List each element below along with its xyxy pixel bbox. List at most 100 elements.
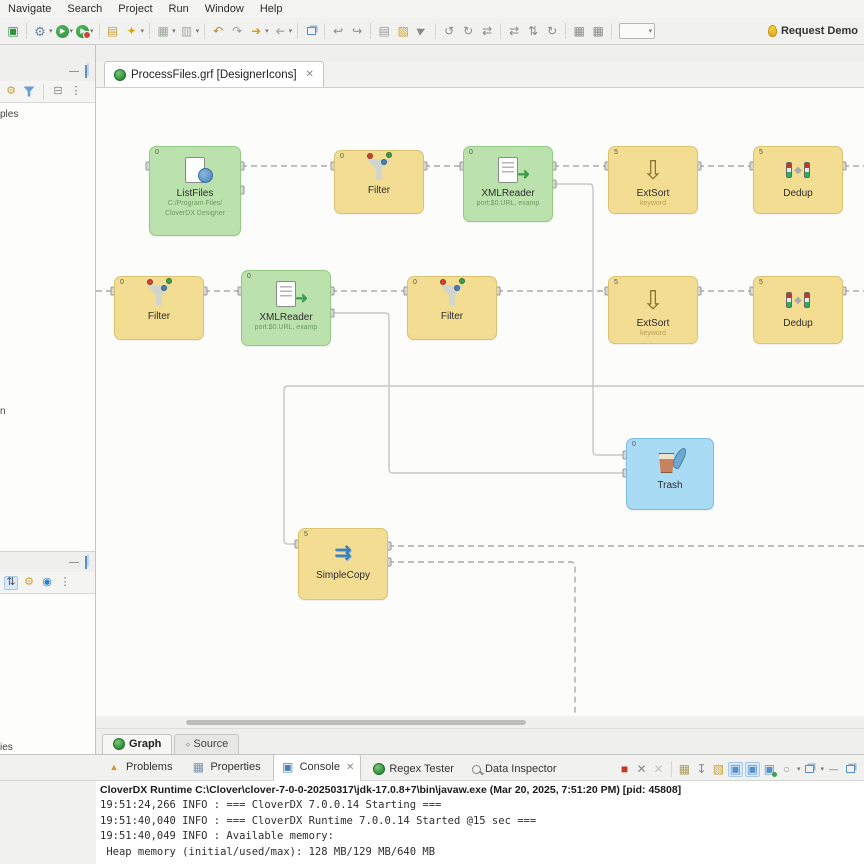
redo-button[interactable]: [228, 22, 246, 40]
close-icon[interactable]: ✕: [346, 762, 354, 773]
open-file-button[interactable]: [104, 22, 122, 40]
view-menu-icon[interactable]: [69, 85, 83, 99]
close-icon[interactable]: ✕: [306, 69, 314, 80]
navigator-tree[interactable]: ples n: [0, 103, 95, 551]
component-trash[interactable]: 0 Trash: [626, 438, 714, 510]
tab-console[interactable]: Console ✕: [273, 754, 362, 781]
maximize-icon[interactable]: [85, 65, 87, 78]
display-selected-console-icon[interactable]: [762, 762, 777, 777]
grid-button[interactable]: [570, 22, 588, 40]
component-label: Filter: [441, 311, 463, 322]
new-graph-button[interactable]: [4, 22, 22, 40]
tree-item-fragment[interactable]: ies: [0, 742, 13, 753]
menu-bar: Navigate Search Project Run Window Help: [0, 0, 864, 18]
graph-canvas[interactable]: 0 ListFiles C:/Program Files/ CloverDX D…: [96, 88, 864, 716]
zoom-combo[interactable]: ▾: [619, 23, 655, 39]
collapse-all-icon[interactable]: [51, 85, 65, 99]
component-filter-2[interactable]: 0 Filter: [114, 276, 204, 340]
component-xmlreader-1[interactable]: 0 ➜ XMLReader port:$0.URL, examp: [463, 146, 553, 222]
tab-source[interactable]: Source: [174, 734, 239, 754]
component-filter-1[interactable]: 0 Filter: [334, 150, 424, 214]
menu-help[interactable]: Help: [260, 3, 283, 15]
component-simplecopy[interactable]: 5 SimpleCopy: [298, 528, 388, 600]
scrollbar-thumb[interactable]: [186, 720, 526, 725]
view-menu-icon[interactable]: [58, 576, 72, 590]
minimize-icon[interactable]: —: [69, 557, 79, 568]
select-mode-button[interactable]: [413, 22, 431, 40]
forward-button[interactable]: ▾: [247, 22, 270, 40]
component-filter-3[interactable]: 0 Filter: [407, 276, 497, 340]
pin-console-icon[interactable]: [694, 762, 709, 777]
menu-window[interactable]: Window: [205, 3, 244, 15]
run-button[interactable]: ▾: [55, 24, 75, 39]
chevron-down-icon: ▾: [649, 27, 653, 35]
component-extsort-1[interactable]: 5 ExtSort keyword: [608, 146, 698, 214]
editor-tab-processfiles[interactable]: ProcessFiles.grf [DesignerIcons] ✕: [104, 61, 324, 87]
open-console-icon[interactable]: [779, 762, 794, 777]
menu-search[interactable]: Search: [67, 3, 102, 15]
table-button[interactable]: [589, 22, 607, 40]
feather-icon: [670, 446, 688, 470]
align-button[interactable]: [543, 22, 561, 40]
component-xmlreader-2[interactable]: 0 ➜ XMLReader port:$0.URL, examp: [241, 270, 331, 346]
chart-button[interactable]: ▾: [178, 22, 201, 40]
remove-launch-icon[interactable]: [634, 762, 649, 777]
component-sublabel: port:$0.URL, examp: [255, 324, 318, 333]
chevron-down-icon: ▾: [141, 27, 145, 35]
menu-project[interactable]: Project: [118, 3, 152, 15]
clear-console-icon[interactable]: [677, 762, 692, 777]
tab-graph[interactable]: Graph: [102, 734, 172, 754]
focus-icon[interactable]: [40, 576, 54, 590]
rotate-left-button[interactable]: [440, 22, 458, 40]
scroll-lock-icon[interactable]: [728, 762, 743, 777]
outline-body[interactable]: ies: [0, 594, 95, 754]
gears-icon[interactable]: [4, 85, 18, 99]
tab-regex-tester[interactable]: Regex Tester: [367, 759, 460, 780]
console-output[interactable]: CloverDX Runtime C:\Clover\clover-7-0-0-…: [96, 781, 864, 864]
sort-icon[interactable]: [4, 576, 18, 590]
flip-button[interactable]: [478, 22, 496, 40]
tree-item-fragment[interactable]: ples: [0, 109, 18, 120]
horizontal-scrollbar[interactable]: [96, 716, 864, 728]
component-listfiles[interactable]: 0 ListFiles C:/Program Files/ CloverDX D…: [149, 146, 241, 236]
main-toolbar: ▾ ▾ ▾ ▾ ▾ ▾ ▾ ▾ ▾ Request Demo: [0, 18, 864, 45]
export-image-button[interactable]: ▾: [154, 22, 177, 40]
new-window-button[interactable]: [302, 22, 320, 40]
word-wrap-icon[interactable]: [711, 762, 726, 777]
new-console-view-icon[interactable]: [805, 765, 814, 773]
undo-button[interactable]: [209, 22, 227, 40]
tab-data-inspector[interactable]: Data Inspector: [466, 759, 563, 780]
rotate-left-icon: [441, 23, 457, 39]
maximize-icon[interactable]: [846, 765, 855, 773]
show-output-icon[interactable]: [745, 762, 760, 777]
tab-problems[interactable]: Problems: [100, 755, 178, 780]
menu-run[interactable]: Run: [169, 3, 189, 15]
remove-all-launches-icon[interactable]: [651, 762, 666, 777]
spark-icon: [124, 23, 140, 39]
menu-navigate[interactable]: Navigate: [8, 3, 51, 15]
tab-properties[interactable]: Properties: [184, 755, 266, 780]
minimize-icon[interactable]: [826, 762, 841, 777]
distribute-v-button[interactable]: [524, 22, 542, 40]
run-configurations-button[interactable]: ▾: [31, 22, 54, 40]
previous-annotation-button[interactable]: [329, 22, 347, 40]
filter-funnel-icon[interactable]: [24, 86, 35, 97]
component-dedup-1[interactable]: 5 ◆ Dedup: [753, 146, 843, 214]
rotate-right-button[interactable]: [459, 22, 477, 40]
debug-button[interactable]: ▾: [75, 24, 95, 39]
component-extsort-2[interactable]: 5 ExtSort keyword: [608, 276, 698, 344]
request-demo-button[interactable]: Request Demo: [768, 25, 860, 37]
minimize-icon[interactable]: —: [69, 66, 79, 77]
component-dedup-2[interactable]: 5 ◆ Dedup: [753, 276, 843, 344]
next-annotation-button[interactable]: [348, 22, 366, 40]
last-edit-button[interactable]: [375, 22, 393, 40]
terminate-icon[interactable]: [617, 762, 632, 777]
back-button[interactable]: ▾: [271, 22, 294, 40]
gears-icon[interactable]: [22, 576, 36, 590]
export-button[interactable]: [394, 22, 412, 40]
zoom-input[interactable]: [620, 26, 644, 36]
maximize-icon[interactable]: [85, 556, 87, 569]
run-remote-button[interactable]: ▾: [123, 22, 146, 40]
distribute-h-button[interactable]: [505, 22, 523, 40]
tree-item-fragment[interactable]: n: [0, 406, 6, 417]
